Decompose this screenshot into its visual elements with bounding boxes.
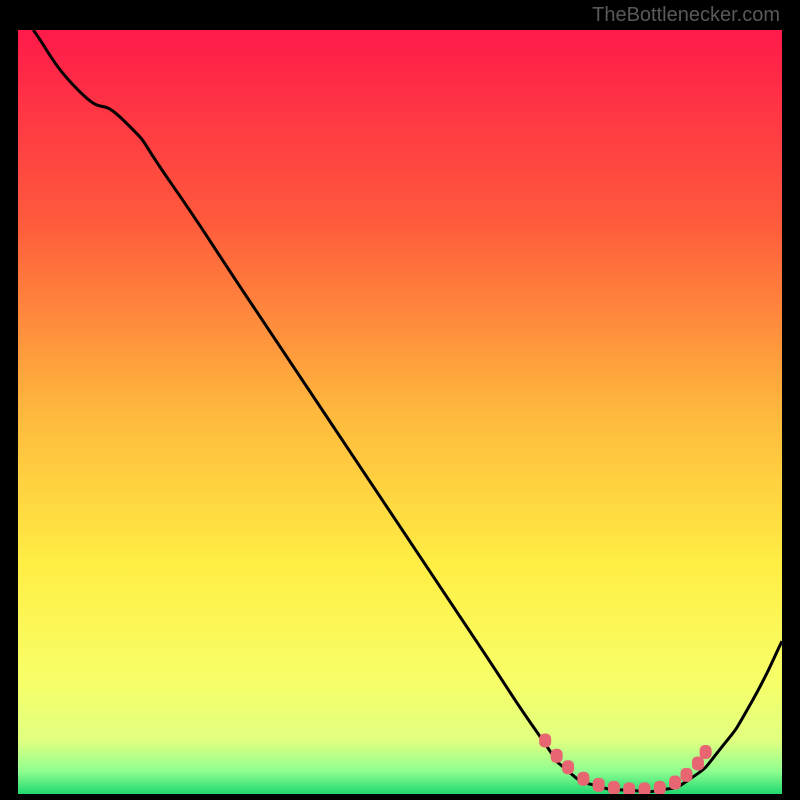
marker-point: [551, 749, 563, 763]
marker-point: [692, 756, 704, 770]
marker-point: [539, 734, 551, 748]
marker-point: [681, 768, 693, 782]
marker-point: [669, 776, 681, 790]
curve-line: [33, 30, 782, 792]
marker-point: [577, 772, 589, 786]
marker-point: [608, 781, 620, 794]
marker-point: [700, 745, 712, 759]
marker-point: [593, 778, 605, 792]
chart-container: [18, 30, 782, 794]
marker-point: [562, 760, 574, 774]
bottleneck-curve: [18, 30, 782, 794]
marker-point: [654, 781, 666, 794]
watermark-text: TheBottlenecker.com: [592, 4, 780, 27]
marker-point: [623, 782, 635, 794]
marker-point: [638, 782, 650, 794]
